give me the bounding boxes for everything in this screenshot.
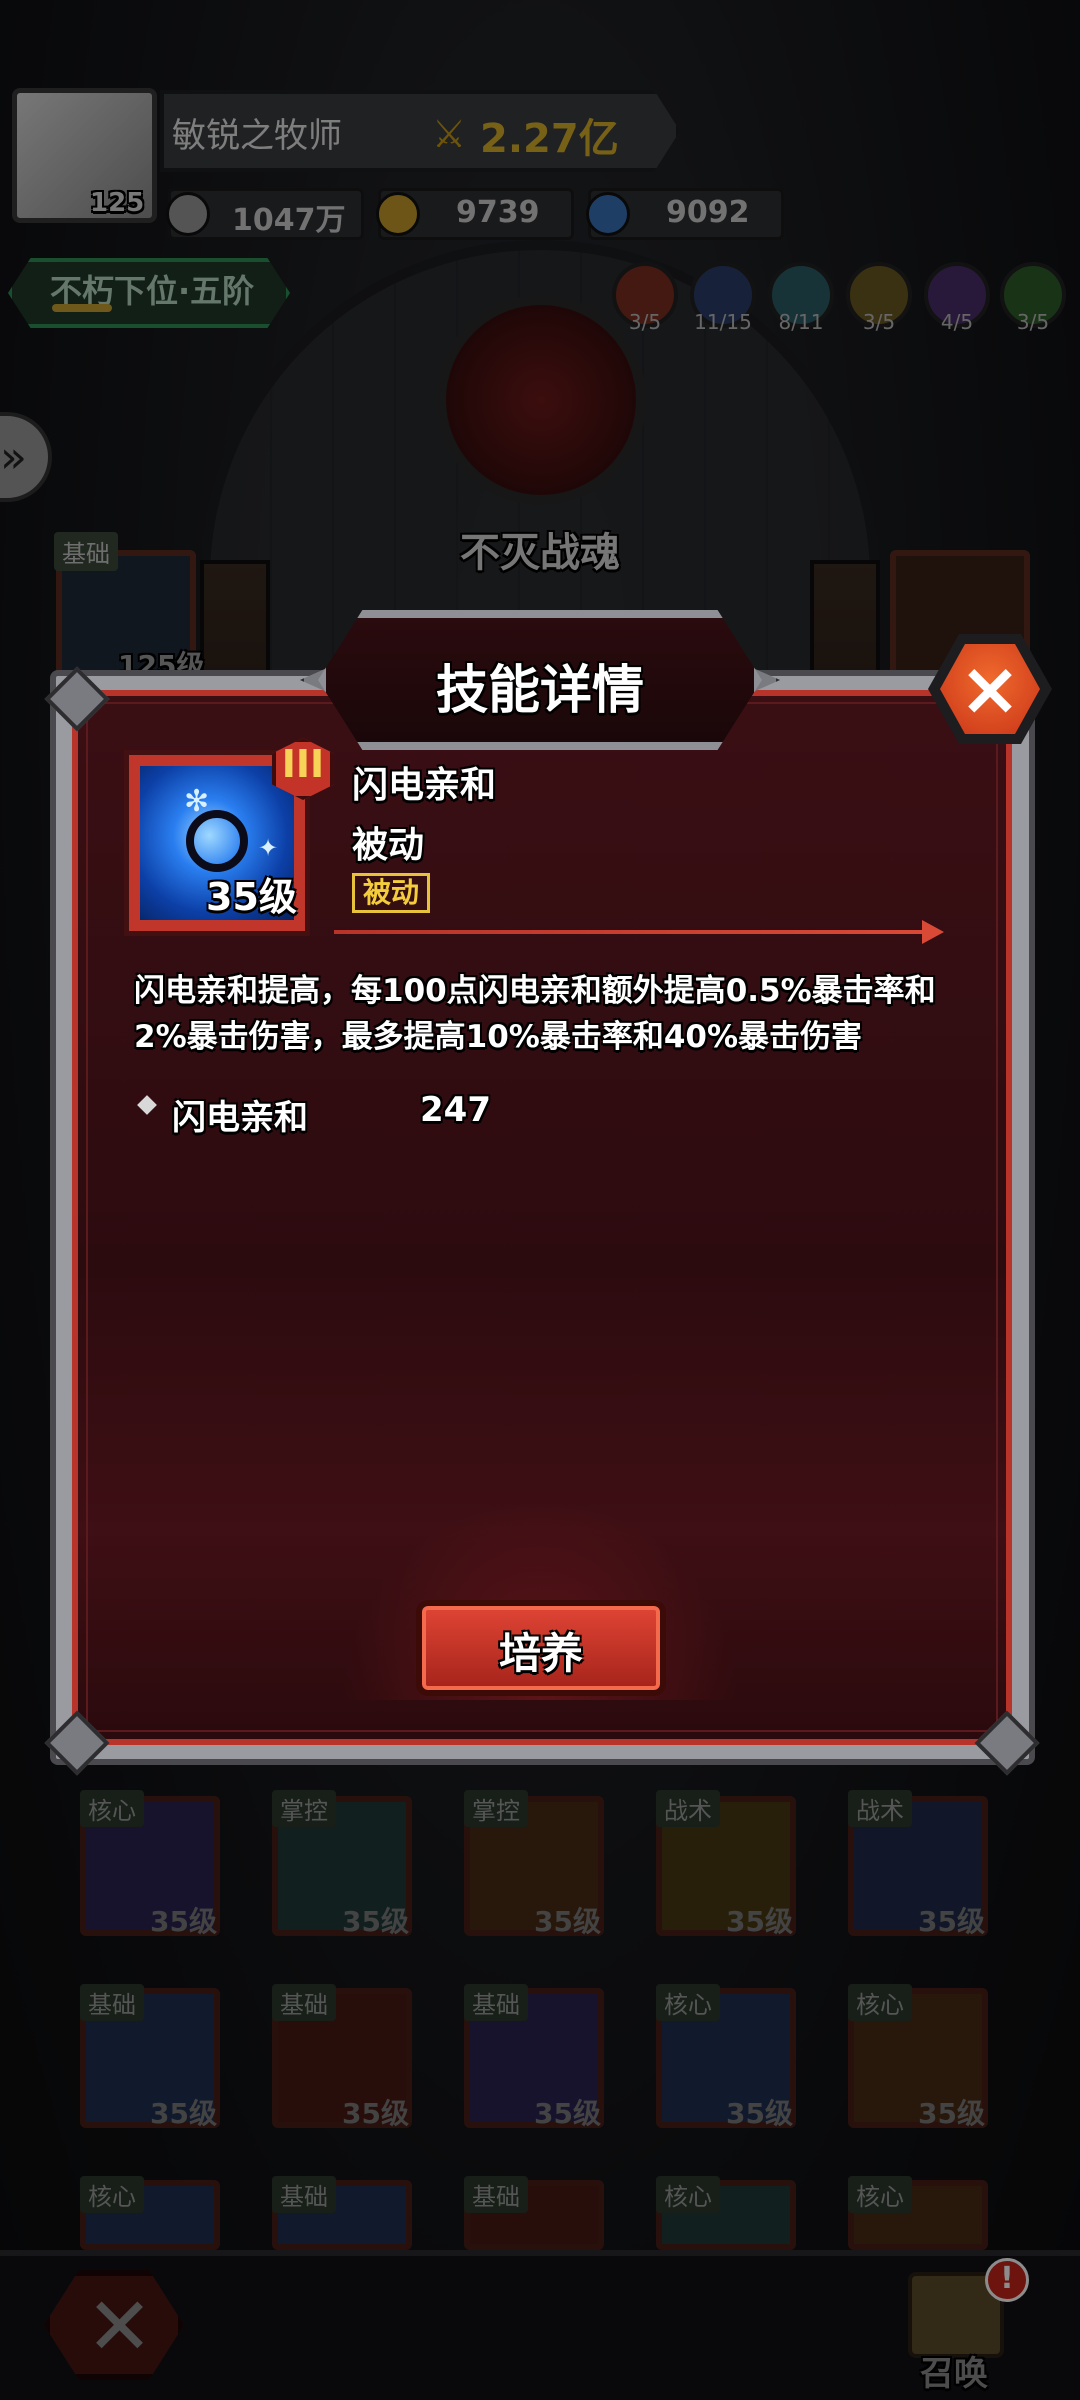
cultivate-button-label[interactable]: 培养 (416, 1620, 666, 1681)
ring-icon (186, 810, 248, 872)
stat-label: 闪电亲和 (172, 1098, 308, 1138)
skill-name: 闪电亲和 (352, 765, 497, 806)
divider-arrow-icon (922, 920, 944, 944)
skill-level: 35级 (206, 875, 297, 919)
snowflake-icon: ✻ (184, 784, 210, 819)
section-divider (334, 930, 934, 934)
skill-type-tag: 被动 (352, 873, 431, 913)
skill-type: 被动 (352, 825, 425, 866)
skill-description: 闪电亲和提高，每100点闪电亲和额外提高0.5%暴击率和2%暴击伤害，最多提高1… (134, 973, 936, 1055)
stat-value: 247 (420, 1090, 491, 1130)
sparkle-icon: ✦ (258, 834, 279, 862)
close-icon[interactable]: × (940, 646, 1040, 732)
modal-title: 技能详情 (435, 661, 644, 721)
tier-label: III (281, 742, 325, 786)
